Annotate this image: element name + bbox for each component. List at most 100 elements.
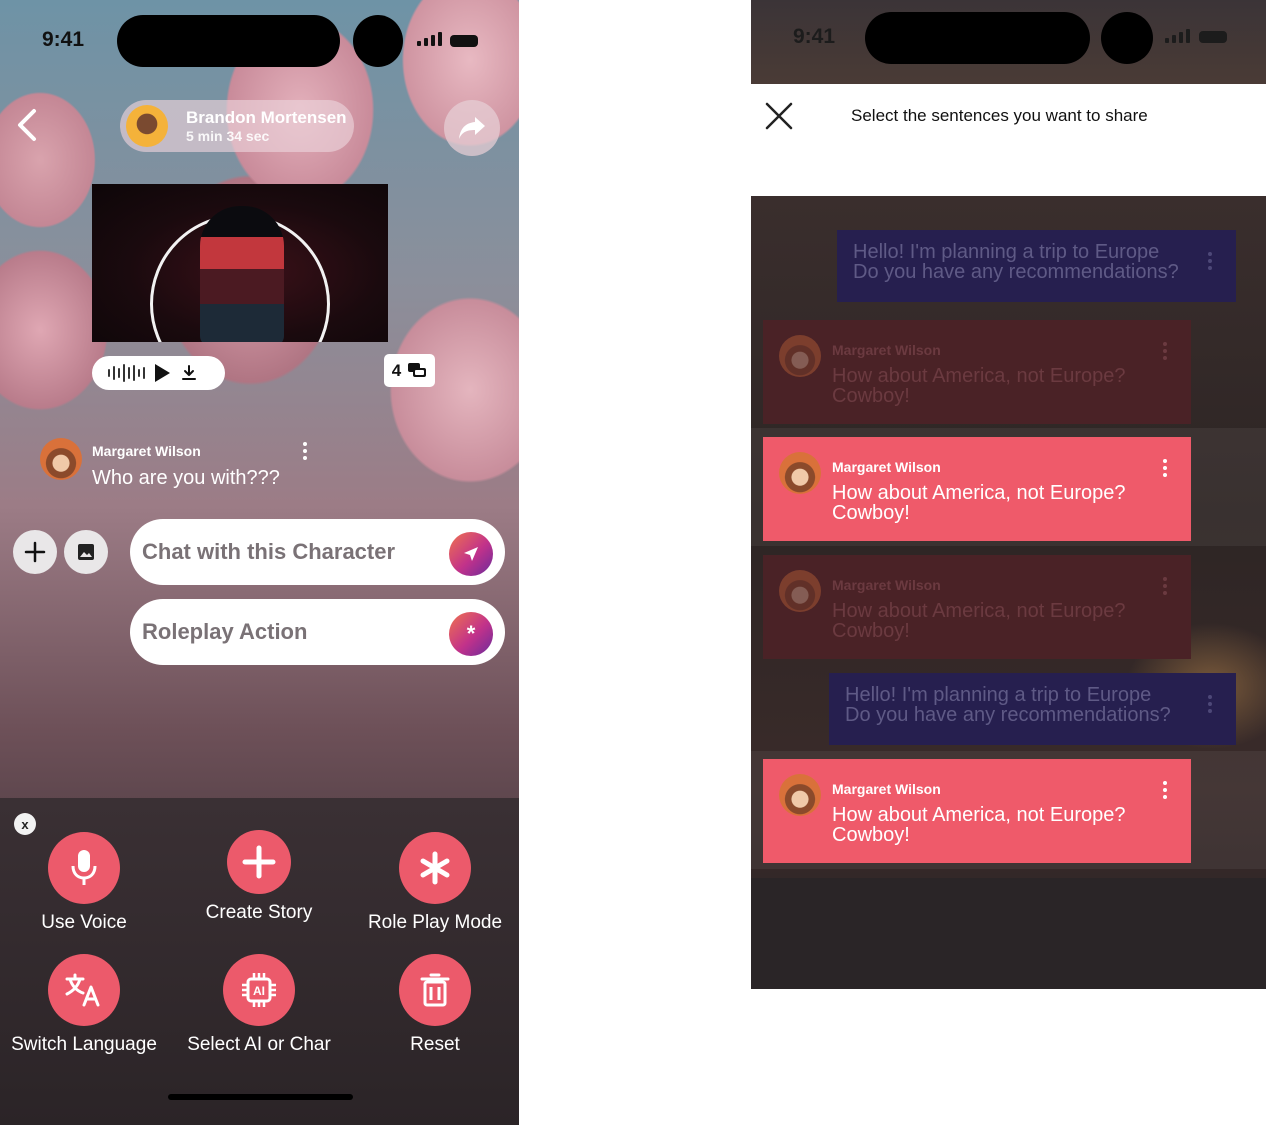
camera-cutout	[1101, 12, 1153, 64]
image-icon	[78, 544, 94, 560]
share-select-screen: 9:41 Select the sentences you want to sh…	[751, 0, 1266, 989]
close-button[interactable]	[765, 102, 793, 130]
status-time: 9:41	[42, 28, 85, 51]
image-button[interactable]	[64, 530, 108, 574]
roleplay-send-button[interactable]: *	[449, 612, 493, 656]
user-message[interactable]: Hello! I'm planning a trip to Europe Do …	[829, 673, 1236, 745]
message-more-icon[interactable]	[1163, 459, 1167, 477]
camera-cutout	[353, 15, 403, 67]
select-ai-action[interactable]: AI Select AI or Char	[179, 954, 339, 1056]
close-sheet-button[interactable]: x	[14, 813, 36, 835]
home-indicator	[168, 1094, 353, 1100]
message-author: Margaret Wilson	[832, 459, 941, 475]
create-story-action[interactable]: Create Story	[199, 830, 319, 924]
message-more-icon[interactable]	[1208, 695, 1212, 713]
contact-name: Brandon Mortensen	[186, 108, 347, 127]
trash-icon	[399, 954, 471, 1026]
ai-chip-icon: AI	[223, 954, 295, 1026]
chat-bubbles-icon	[408, 362, 427, 377]
share-header	[751, 84, 1266, 196]
contact-avatar	[126, 105, 168, 147]
message-more-icon[interactable]	[1208, 252, 1212, 270]
select-ai-label: Select AI or Char	[187, 1034, 331, 1055]
use-voice-action[interactable]: Use Voice	[39, 832, 129, 934]
share-button[interactable]	[444, 100, 500, 156]
message-text: Who are you with???	[92, 467, 280, 489]
share-title: Select the sentences you want to share	[851, 106, 1148, 125]
reset-action[interactable]: Reset	[375, 954, 495, 1056]
bottom-fade	[751, 878, 1266, 989]
character-message[interactable]: Margaret Wilson How about America, not E…	[763, 320, 1191, 424]
dynamic-island	[117, 15, 340, 67]
add-button[interactable]	[13, 530, 57, 574]
role-play-mode-label: Role Play Mode	[367, 912, 503, 933]
switch-language-action[interactable]: Switch Language	[4, 954, 164, 1056]
plus-icon	[227, 830, 291, 894]
message-author: Margaret Wilson	[832, 781, 941, 797]
dynamic-island	[865, 12, 1090, 64]
close-icon	[765, 102, 793, 130]
message-more-icon[interactable]	[1163, 781, 1167, 799]
send-button[interactable]	[449, 532, 493, 576]
message-author: Margaret Wilson	[832, 342, 941, 358]
author-avatar	[779, 452, 821, 494]
chevron-left-icon	[18, 109, 36, 141]
play-icon[interactable]	[155, 364, 170, 382]
message-author: Margaret Wilson	[832, 577, 941, 593]
contact-chip[interactable]: Brandon Mortensen 5 min 34 sec	[120, 100, 354, 152]
audio-player[interactable]	[92, 356, 225, 390]
download-icon[interactable]	[180, 364, 198, 382]
create-story-label: Create Story	[205, 902, 313, 923]
message-more-icon[interactable]	[1163, 342, 1167, 360]
status-bar: 9:41	[751, 0, 1266, 84]
character-message[interactable]: Margaret Wilson How about America, not E…	[763, 555, 1191, 659]
call-duration: 5 min 34 sec	[186, 128, 270, 144]
user-message-line: Do you have any recommendations?	[853, 261, 1179, 283]
roleplay-input[interactable]: Roleplay Action *	[130, 599, 505, 665]
plus-icon	[24, 541, 46, 563]
signal-icon	[417, 32, 442, 46]
battery-icon	[450, 35, 478, 47]
chat-screen: 9:41 Brandon Mortensen 5 min 34 sec 4 Ma…	[0, 0, 519, 1125]
message-text: How about America, not Europe? Cowboy!	[832, 804, 1126, 846]
message-more-icon[interactable]	[1163, 577, 1167, 595]
signal-icon	[1165, 29, 1190, 43]
author-avatar	[40, 438, 82, 480]
chat-input-placeholder: Chat with this Character	[142, 539, 396, 564]
message-author: Margaret Wilson	[92, 443, 201, 459]
reset-label: Reset	[410, 1034, 460, 1055]
user-message[interactable]: Hello! I'm planning a trip to Europe Do …	[837, 230, 1236, 302]
role-play-mode-action[interactable]: Role Play Mode	[360, 832, 510, 934]
translate-icon	[48, 954, 120, 1026]
status-time: 9:41	[793, 25, 836, 48]
reply-count: 4	[391, 360, 402, 380]
author-avatar	[779, 335, 821, 377]
author-avatar	[779, 570, 821, 612]
character-message-selected[interactable]: Margaret Wilson How about America, not E…	[763, 759, 1191, 863]
message-text: How about America, not Europe? Cowboy!	[832, 365, 1126, 407]
character-message-selected[interactable]: Margaret Wilson How about America, not E…	[763, 437, 1191, 541]
switch-language-label: Switch Language	[11, 1034, 157, 1055]
message-more-icon[interactable]	[303, 442, 307, 460]
share-arrow-icon	[459, 117, 485, 139]
message-text: How about America, not Europe? Cowboy!	[832, 482, 1126, 524]
back-button[interactable]	[8, 105, 44, 145]
waveform-icon	[108, 364, 145, 382]
video-thumbnail[interactable]	[92, 184, 388, 342]
reply-count-badge[interactable]: 4	[384, 354, 435, 387]
roleplay-input-placeholder: Roleplay Action	[142, 619, 308, 644]
user-message-line: Hello! I'm planning a trip to Europe	[853, 241, 1160, 263]
user-message-line: Do you have any recommendations?	[845, 704, 1171, 726]
asterisk-icon: *	[466, 621, 476, 646]
use-voice-label: Use Voice	[41, 912, 127, 933]
microphone-icon	[48, 832, 120, 904]
user-message-line: Hello! I'm planning a trip to Europe	[845, 684, 1152, 706]
author-avatar	[779, 774, 821, 816]
svg-text:AI: AI	[253, 984, 265, 998]
asterisk-icon	[399, 832, 471, 904]
video-figure	[200, 206, 284, 342]
send-icon	[464, 547, 478, 561]
message-text: How about America, not Europe? Cowboy!	[832, 600, 1126, 642]
chat-input[interactable]: Chat with this Character	[130, 519, 505, 585]
battery-icon	[1199, 31, 1227, 43]
